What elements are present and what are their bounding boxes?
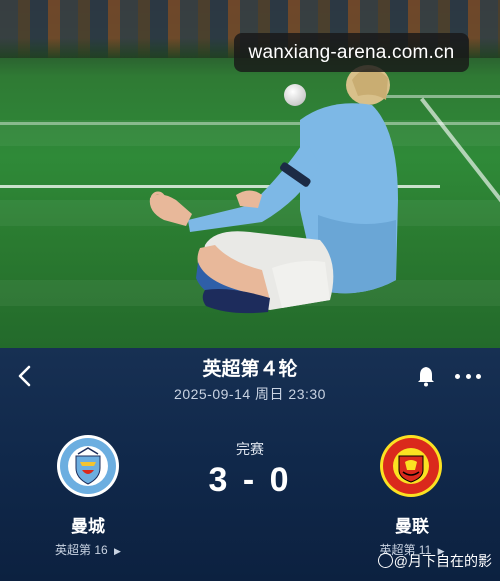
manchester-united-crest-icon[interactable] xyxy=(379,434,443,498)
source-credit: @月下自在的影 xyxy=(377,551,492,571)
caret-right-icon: ▶ xyxy=(114,546,121,556)
match-datetime: 2025-09-14 周日 23:30 xyxy=(174,386,326,402)
credit-text: @月下自在的影 xyxy=(393,553,492,569)
author-logo-icon xyxy=(377,553,393,568)
match-info-panel: 英超第４轮 2025-09-14 周日 23:30 曼城 英超第 16 ▶ 完赛… xyxy=(0,348,500,581)
watermark: wanxiang-arena.com.cn xyxy=(234,33,469,72)
more-dots-icon[interactable] xyxy=(455,374,481,380)
bell-icon[interactable] xyxy=(416,365,436,387)
match-photo: wanxiang-arena.com.cn xyxy=(0,0,500,348)
away-team-name[interactable]: 曼联 xyxy=(362,512,462,537)
home-team-rank[interactable]: 英超第 16 ▶ xyxy=(33,541,143,558)
home-rank-label: 英超第 16 xyxy=(55,543,108,557)
home-team-name[interactable]: 曼城 xyxy=(38,512,138,537)
